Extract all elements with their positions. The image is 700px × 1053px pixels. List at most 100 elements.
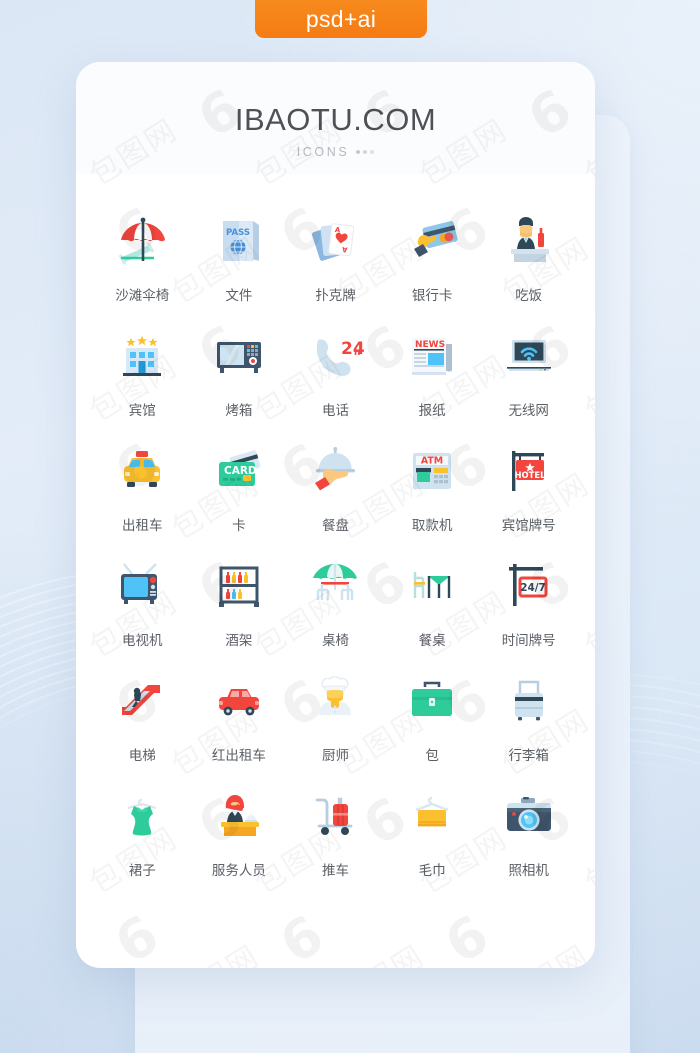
svg-text:PASS: PASS [226, 228, 250, 238]
icon-cell-microwave-oven[interactable]: 烤箱 [191, 325, 288, 440]
icon-cell-playing-cards[interactable]: A A 扑克牌 [287, 210, 384, 325]
icon-label: 时间牌号 [501, 633, 556, 649]
taxi-red-icon [209, 670, 269, 732]
watermark-text: 包图网 [327, 932, 432, 968]
watermark-text: 包图网 [492, 932, 595, 968]
icon-label: 毛巾 [418, 863, 446, 879]
luggage-cart-icon [305, 785, 365, 847]
card-header: IBAOTU.COM ICONS [76, 62, 595, 174]
taxi-yellow-icon [112, 440, 172, 502]
towel-hanger-icon [402, 785, 462, 847]
icon-label: 餐盘 [321, 518, 349, 534]
icon-cell-passport-document[interactable]: PASS 文件 [191, 210, 288, 325]
dining-person-icon [499, 210, 559, 272]
icon-cell-laptop-wifi[interactable]: 无线网 [480, 325, 577, 440]
icon-cell-taxi-red[interactable]: 红出租车 [191, 670, 288, 785]
icon-cell-camera[interactable]: 照相机 [480, 785, 577, 900]
icon-label: 桌椅 [321, 633, 349, 649]
microwave-oven-icon [209, 325, 269, 387]
patio-table-umbrella-icon [305, 555, 365, 617]
newspaper-icon: NEWS [402, 325, 462, 387]
icon-label: 卡 [232, 518, 246, 534]
icon-label: 沙滩伞椅 [115, 288, 170, 304]
icon-label: 裙子 [128, 863, 156, 879]
svg-text:ATM: ATM [421, 455, 443, 466]
icon-cell-briefcase[interactable]: 包 [384, 670, 481, 785]
camera-icon [499, 785, 559, 847]
format-badge: psd+ai [255, 0, 427, 38]
watermark-logo: 6 [269, 902, 335, 968]
icon-cell-chef[interactable]: 厨师 [287, 670, 384, 785]
icon-cell-hotel-sign[interactable]: HOTEL 宾馆牌号 [480, 440, 577, 555]
icon-label: 电视机 [122, 633, 163, 649]
format-badge-label: psd+ai [305, 5, 377, 32]
icon-cell-hotel-building[interactable]: 宾馆 [94, 325, 191, 440]
icon-cell-bank-card[interactable]: 银行卡 [384, 210, 481, 325]
icon-label: 无线网 [508, 403, 549, 419]
icon-cell-sign-24-7[interactable]: 24/7 时间牌号 [480, 555, 577, 670]
watermark-logo: 6 [104, 902, 170, 968]
playing-cards-icon: A A [305, 210, 365, 272]
food-tray-cloche-icon [305, 440, 365, 502]
svg-text:24: 24 [341, 339, 365, 359]
svg-text:HOTEL: HOTEL [514, 470, 546, 480]
sign-24-7-icon: 24/7 [499, 555, 559, 617]
svg-text:h: h [354, 348, 360, 358]
watermark-text: 包图网 [162, 932, 267, 968]
icon-label: 服务人员 [211, 863, 266, 879]
icon-label: 报纸 [418, 403, 446, 419]
icon-grid: 沙滩伞椅 PASS 文件 A A 扑克牌 银行卡 吃饭 宾馆 烤箱 24 h 电话 … [76, 174, 595, 900]
icon-cell-wine-rack[interactable]: 酒架 [191, 555, 288, 670]
icon-cell-phone-24h[interactable]: 24 h 电话 [287, 325, 384, 440]
icon-label: 厨师 [321, 748, 349, 764]
escalator-icon [112, 670, 172, 732]
wine-rack-icon [209, 555, 269, 617]
dining-table-icon [402, 555, 462, 617]
icon-cell-patio-table-umbrella[interactable]: 桌椅 [287, 555, 384, 670]
icon-label: 电话 [321, 403, 349, 419]
icon-label: 烤箱 [225, 403, 253, 419]
atm-machine-icon: ATM [402, 440, 462, 502]
icon-cell-escalator[interactable]: 电梯 [94, 670, 191, 785]
page-subtitle: ICONS [296, 145, 350, 159]
watermark-logo: 6 [434, 902, 500, 968]
luggage-trolley-case-icon [499, 670, 559, 732]
icon-label: 酒架 [225, 633, 253, 649]
icon-cell-dining-table[interactable]: 餐桌 [384, 555, 481, 670]
icon-cell-towel-hanger[interactable]: 毛巾 [384, 785, 481, 900]
icon-cell-newspaper[interactable]: NEWS 报纸 [384, 325, 481, 440]
icon-label: 文件 [225, 288, 253, 304]
svg-text:NEWS: NEWS [415, 340, 445, 350]
icon-label: 银行卡 [411, 288, 453, 304]
svg-text:24/7: 24/7 [520, 582, 546, 594]
icon-cell-television[interactable]: 电视机 [94, 555, 191, 670]
icon-label: 出租车 [122, 518, 163, 534]
icon-cell-service-staff-desk[interactable]: 服务人员 [191, 785, 288, 900]
icon-cell-card-green[interactable]: CARD 卡 [191, 440, 288, 555]
briefcase-icon [402, 670, 462, 732]
svg-text:CARD: CARD [224, 465, 257, 477]
icon-cell-dining-person[interactable]: 吃饭 [480, 210, 577, 325]
icon-label: 宾馆 [128, 403, 156, 419]
hotel-sign-icon: HOTEL [499, 440, 559, 502]
dress-hanger-icon [112, 785, 172, 847]
icon-cell-atm-machine[interactable]: ATM 取款机 [384, 440, 481, 555]
icon-cell-beach-umbrella-chair[interactable]: 沙滩伞椅 [94, 210, 191, 325]
icon-cell-taxi-yellow[interactable]: 出租车 [94, 440, 191, 555]
icon-label: 取款机 [411, 518, 453, 534]
icon-cell-luggage-trolley-case[interactable]: 行李箱 [480, 670, 577, 785]
card-green-icon: CARD [209, 440, 269, 502]
icon-label: 推车 [321, 863, 349, 879]
icon-cell-luggage-cart[interactable]: 推车 [287, 785, 384, 900]
beach-umbrella-chair-icon [112, 210, 172, 272]
icon-label: 吃饭 [515, 288, 543, 304]
subtitle-dots-icon [356, 150, 375, 154]
icon-cell-food-tray-cloche[interactable]: 餐盘 [287, 440, 384, 555]
laptop-wifi-icon [499, 325, 559, 387]
hotel-building-icon [112, 325, 172, 387]
icon-label: 电梯 [128, 748, 156, 764]
icon-set-card: IBAOTU.COM ICONS 沙滩伞椅 PASS 文件 A A 扑克牌 银行卡… [76, 62, 595, 968]
icon-cell-dress-hanger[interactable]: 裙子 [94, 785, 191, 900]
icon-label: 行李箱 [508, 748, 549, 764]
icon-label: 餐桌 [418, 633, 446, 649]
